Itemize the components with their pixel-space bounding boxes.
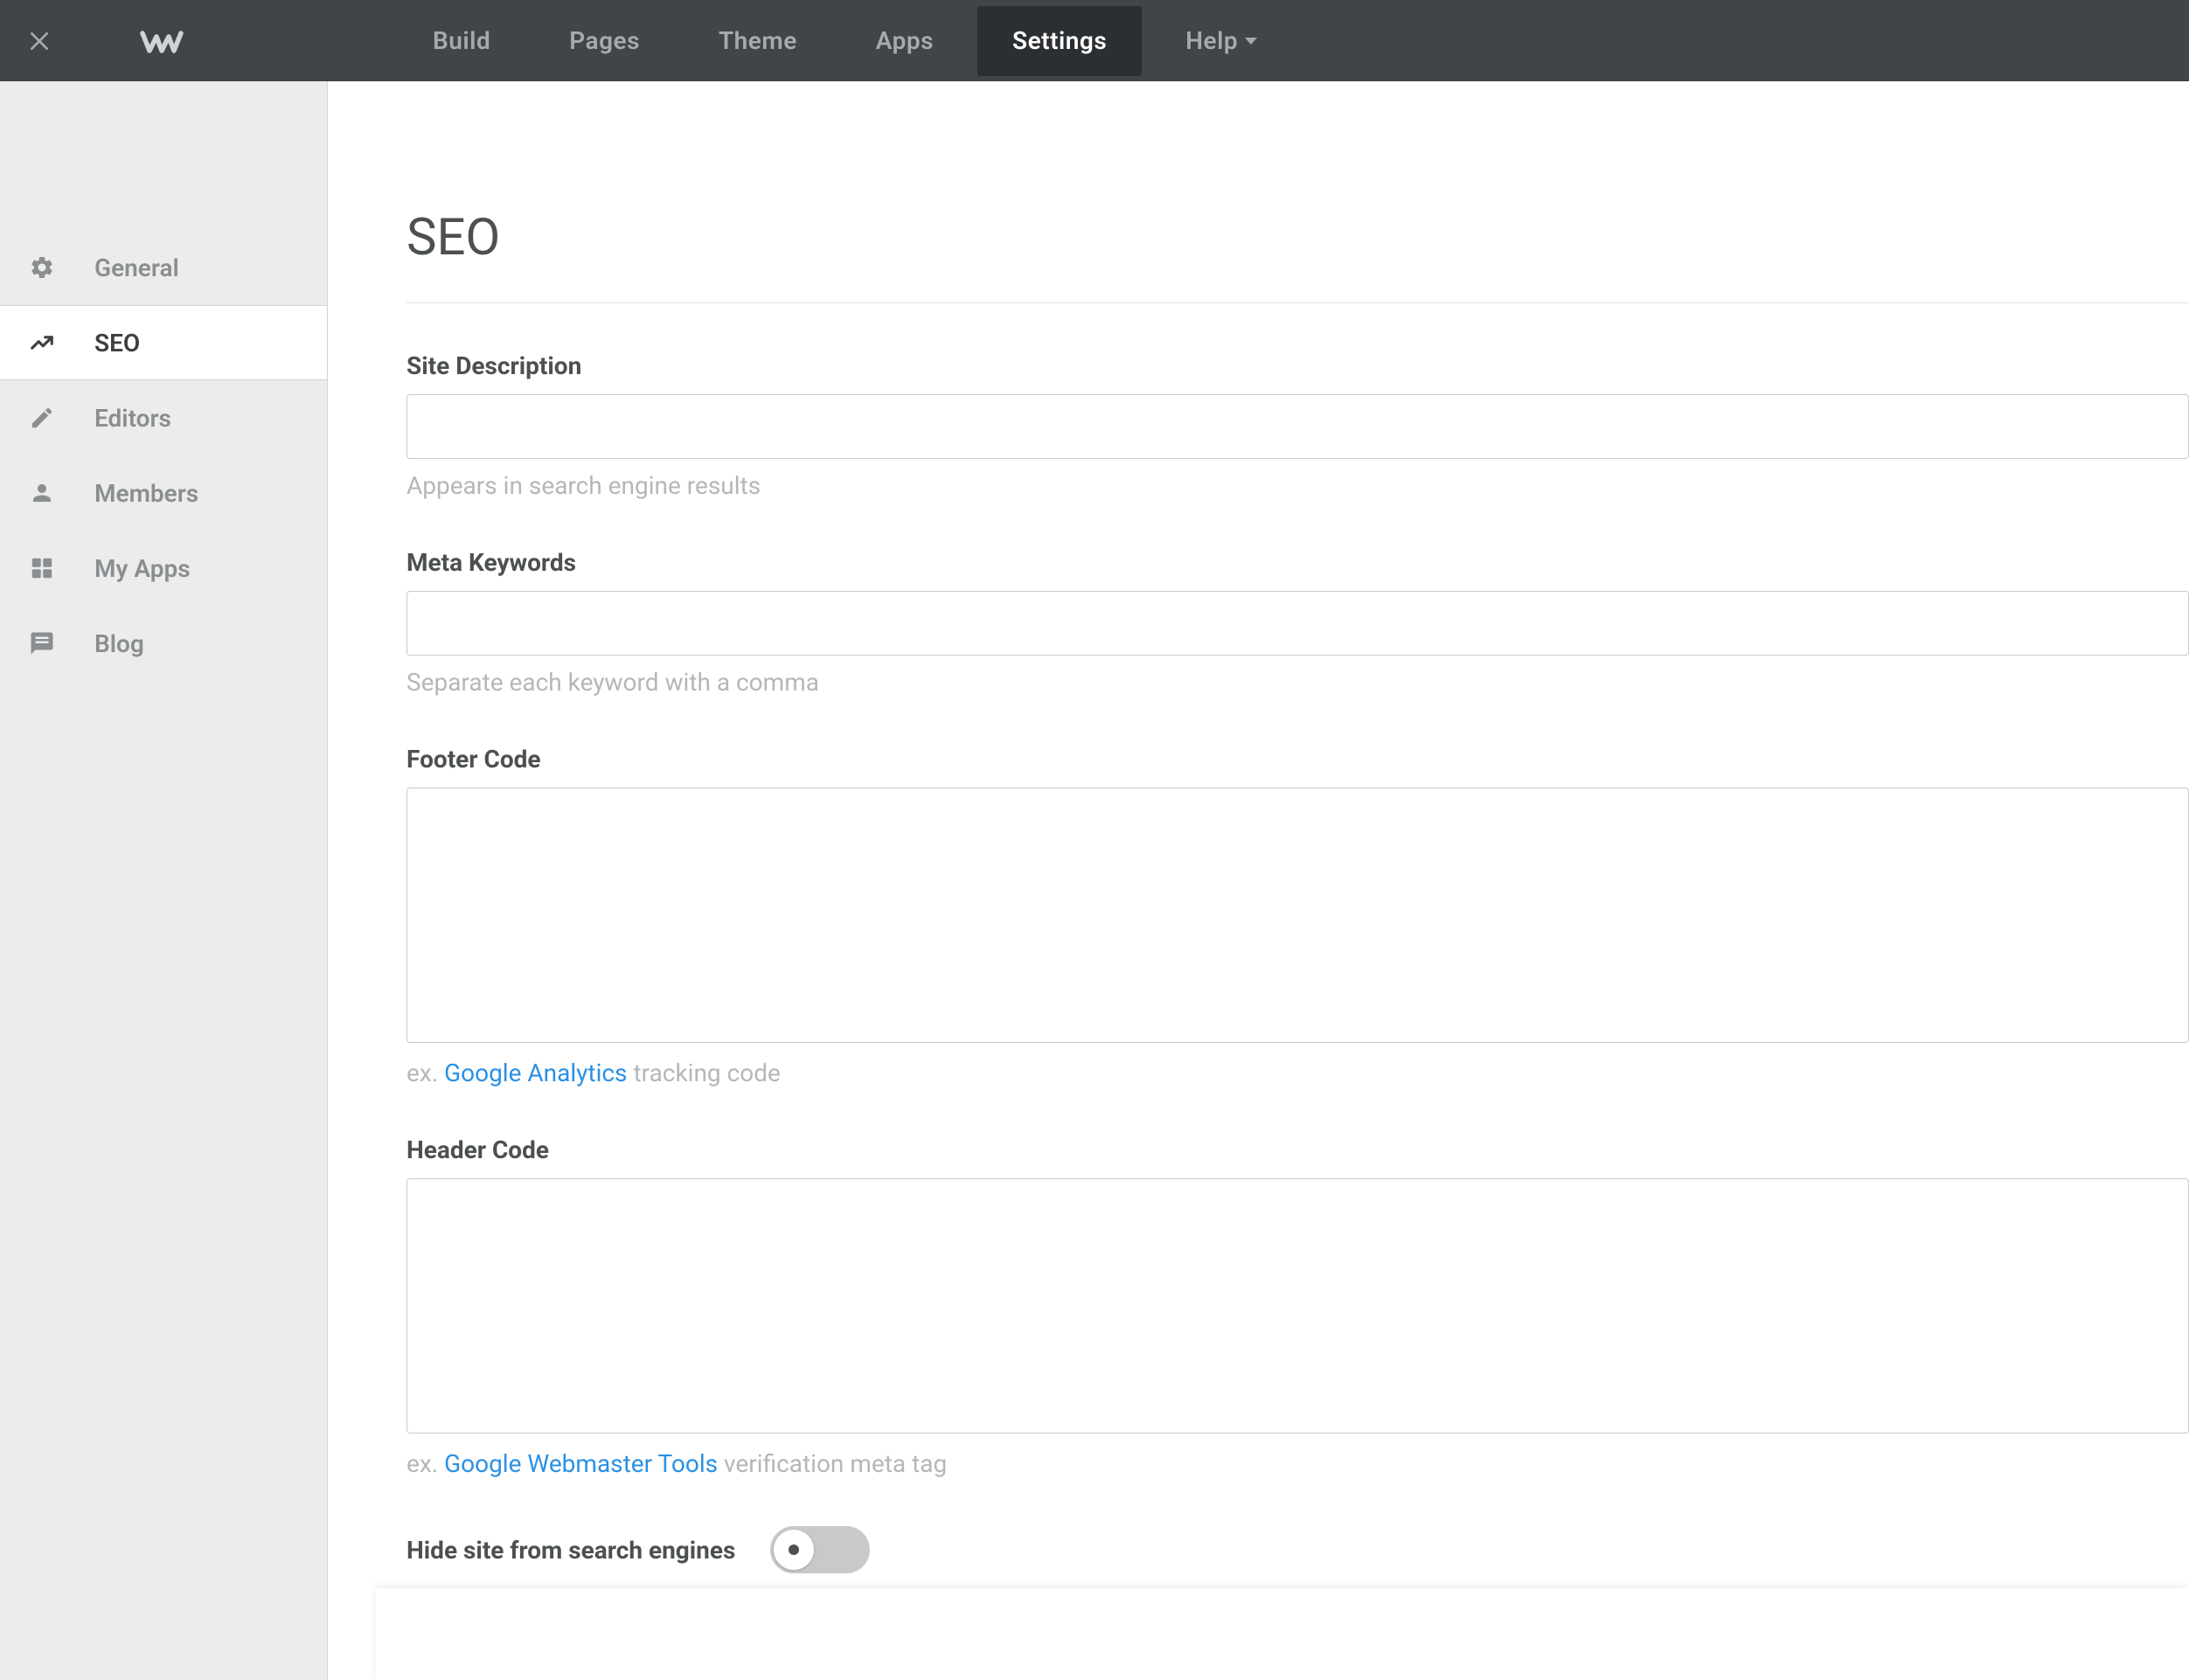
divider	[407, 302, 2189, 303]
top-navbar: Build Pages Theme Apps Settings Help	[0, 0, 2189, 81]
meta-keywords-help: Separate each keyword with a comma	[407, 668, 2189, 697]
trending-up-icon	[24, 325, 59, 360]
sidebar-item-editors[interactable]: Editors	[0, 380, 327, 455]
chevron-down-icon	[1245, 38, 1257, 45]
nav-help-label: Help	[1185, 26, 1238, 55]
nav-pages[interactable]: Pages	[534, 6, 675, 76]
meta-keywords-input[interactable]	[407, 591, 2189, 656]
meta-keywords-label: Meta Keywords	[407, 548, 2189, 577]
sidebar-item-members[interactable]: Members	[0, 455, 327, 531]
header-code-help: ex. Google Webmaster Tools verification …	[407, 1449, 2189, 1478]
nav-theme[interactable]: Theme	[684, 6, 832, 76]
weebly-logo[interactable]	[79, 0, 236, 81]
nav-apps[interactable]: Apps	[841, 6, 969, 76]
apps-grid-icon	[24, 551, 59, 586]
field-site-description: Site Description Appears in search engin…	[407, 351, 2189, 500]
settings-sidebar: General SEO Editors Members My Apps	[0, 81, 328, 1680]
help-prefix: ex.	[407, 1059, 444, 1087]
help-suffix: tracking code	[628, 1059, 781, 1087]
field-hide-site: Hide site from search engines	[407, 1526, 2189, 1573]
nav-help[interactable]: Help	[1150, 6, 1292, 76]
main-content: SEO Site Description Appears in search e…	[328, 81, 2189, 1680]
field-header-code: Header Code ex. Google Webmaster Tools v…	[407, 1135, 2189, 1478]
close-button[interactable]	[0, 0, 79, 81]
site-description-label: Site Description	[407, 351, 2189, 380]
sidebar-item-label: Blog	[94, 629, 144, 658]
close-icon	[28, 30, 51, 52]
page-title: SEO	[407, 208, 2189, 267]
sidebar-item-blog[interactable]: Blog	[0, 606, 327, 681]
nav-build[interactable]: Build	[398, 6, 525, 76]
gear-icon	[24, 250, 59, 285]
nav-settings[interactable]: Settings	[977, 6, 1142, 76]
site-description-input[interactable]	[407, 394, 2189, 459]
person-icon	[24, 476, 59, 510]
sidebar-item-label: General	[94, 253, 179, 282]
sidebar-item-myapps[interactable]: My Apps	[0, 531, 327, 606]
header-code-input[interactable]	[407, 1178, 2189, 1434]
help-prefix: ex.	[407, 1449, 444, 1478]
field-footer-code: Footer Code ex. Google Analytics trackin…	[407, 745, 2189, 1087]
toggle-dot-icon	[789, 1545, 799, 1555]
footer-code-help: ex. Google Analytics tracking code	[407, 1059, 2189, 1087]
toggle-knob	[774, 1530, 814, 1570]
help-suffix: verification meta tag	[718, 1449, 947, 1478]
sidebar-item-label: Editors	[94, 404, 171, 433]
site-description-help: Appears in search engine results	[407, 471, 2189, 500]
footer-code-input[interactable]	[407, 788, 2189, 1043]
sidebar-item-label: SEO	[94, 329, 140, 358]
field-meta-keywords: Meta Keywords Separate each keyword with…	[407, 548, 2189, 697]
google-webmaster-tools-link[interactable]: Google Webmaster Tools	[444, 1449, 718, 1478]
sidebar-item-label: Members	[94, 479, 198, 508]
google-analytics-link[interactable]: Google Analytics	[444, 1059, 627, 1087]
message-icon	[24, 626, 59, 661]
pencil-icon	[24, 400, 59, 435]
top-nav-items: Build Pages Theme Apps Settings Help	[393, 0, 1296, 81]
sidebar-item-label: My Apps	[94, 554, 191, 583]
hide-site-toggle[interactable]	[770, 1526, 870, 1573]
weebly-logo-icon	[140, 26, 184, 56]
header-code-label: Header Code	[407, 1135, 2189, 1164]
hide-site-label: Hide site from search engines	[407, 1536, 735, 1565]
bottom-panel	[376, 1588, 2189, 1680]
sidebar-item-seo[interactable]: SEO	[0, 305, 327, 380]
footer-code-label: Footer Code	[407, 745, 2189, 774]
sidebar-item-general[interactable]: General	[0, 230, 327, 305]
